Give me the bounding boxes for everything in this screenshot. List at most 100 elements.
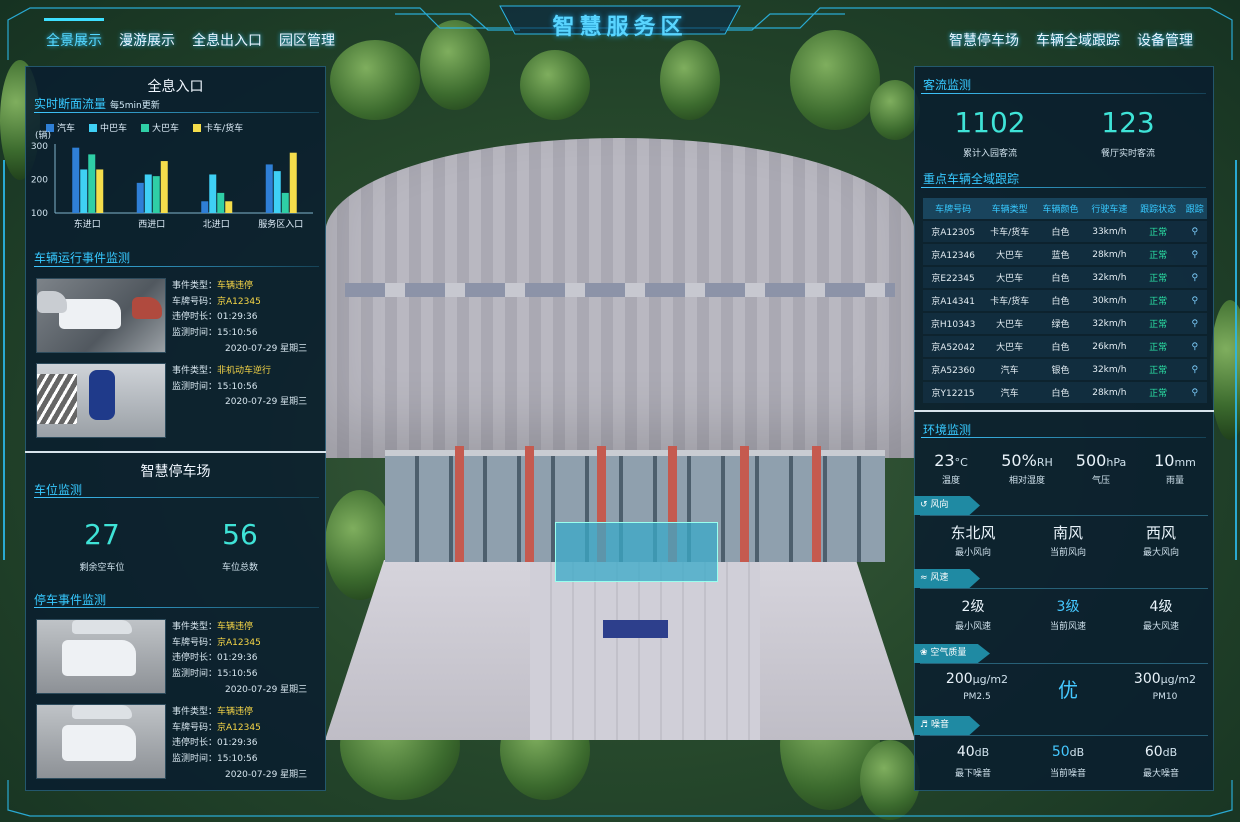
event-camera-image[interactable] (36, 363, 166, 438)
air-quality-tag: ❀ 空气质量 (914, 644, 990, 663)
location-pin-icon[interactable]: ⚲ (1182, 336, 1207, 357)
pm25-value: 200μg/m2 (945, 671, 1009, 687)
track-section-title: 重点车辆全域跟踪 (923, 172, 1020, 186)
cell-type: 汽车 (983, 359, 1037, 380)
nav-right: 智慧停车场 车辆全域跟踪 设备管理 (949, 30, 1193, 50)
tab-roaming[interactable]: 漫游展示 (119, 30, 175, 50)
cell-color: 白色 (1036, 267, 1085, 288)
parking-camera-image[interactable] (36, 704, 166, 779)
restaurant-visitors-value: 123 (1101, 106, 1155, 139)
tab-device-management[interactable]: 设备管理 (1137, 30, 1193, 50)
col-type: 车辆类型 (983, 198, 1037, 219)
pm25-label: PM2.5 (963, 692, 991, 702)
cell-type: 大巴车 (983, 336, 1037, 357)
bar-1-2 (152, 176, 160, 213)
tab-panorama[interactable]: 全景展示 (46, 30, 102, 50)
table-row[interactable]: 京A52042 大巴车 白色 26km/h 正常 ⚲ (923, 336, 1207, 357)
x-tick-label: 北进口 (203, 219, 230, 230)
noise-current-label: 当前噪音 (1049, 769, 1086, 779)
cell-plate: 京H10343 (923, 313, 984, 334)
bar-3-1 (273, 171, 281, 213)
table-row[interactable]: 京A52360 汽车 银色 32km/h 正常 ⚲ (923, 359, 1207, 380)
event-line: 监测时间：15:10:56 (172, 754, 258, 765)
cell-color: 白色 (1036, 382, 1085, 403)
table-row[interactable]: 京H10343 大巴车 绿色 32km/h 正常 ⚲ (923, 313, 1207, 334)
wind-dir-current-value: 南风 (1052, 524, 1083, 542)
table-row[interactable]: 京A14341 卡车/货车 白色 30km/h 正常 ⚲ (923, 290, 1207, 311)
total-spots-label: 车位总数 (221, 563, 258, 573)
location-pin-icon[interactable]: ⚲ (1182, 244, 1207, 265)
page-title: 智慧服务区 (552, 15, 688, 40)
total-spots-value: 56 (222, 518, 258, 551)
location-pin-icon[interactable]: ⚲ (1182, 290, 1207, 311)
cell-status: 正常 (1133, 359, 1183, 380)
location-pin-icon[interactable]: ⚲ (1182, 221, 1207, 242)
cell-color: 银色 (1036, 359, 1085, 380)
humidity-label: 相对湿度 (1008, 476, 1045, 486)
noise-max-value: 60dB (1144, 744, 1178, 760)
park-event-info-1: 事件类型：车辆违停 车牌号码：京A12345 违停时长：01:29:36 监测时… (172, 620, 322, 699)
noise-tag: ♬ 噪音 (914, 716, 980, 735)
cell-speed: 28km/h (1084, 244, 1134, 265)
cell-speed: 32km/h (1084, 359, 1134, 380)
cell-type: 大巴车 (983, 267, 1037, 288)
cell-speed: 32km/h (1084, 313, 1134, 334)
x-tick-label: 西进口 (138, 219, 165, 230)
humidity-value: 50%RH (1001, 451, 1053, 470)
bar-1-3 (160, 161, 168, 213)
wind-dir-min-label: 最小风向 (954, 548, 991, 558)
wind-speed-current-label: 当前风速 (1049, 622, 1086, 632)
event-line: 违停时长：01:29:36 (172, 738, 258, 749)
cell-status: 正常 (1133, 267, 1183, 288)
wind-dir-current-label: 当前风向 (1049, 548, 1086, 558)
tab-holographic-entrance[interactable]: 全息出入口 (192, 30, 262, 50)
wind-speed-max-label: 最大风速 (1142, 622, 1179, 632)
col-speed: 行驶车速 (1084, 198, 1134, 219)
bar-0-2 (88, 154, 96, 213)
event-section-title: 车辆运行事件监测 (34, 251, 131, 265)
cell-type: 大巴车 (983, 244, 1037, 265)
wind-speed-tag: ≈ 风速 (914, 569, 980, 588)
cell-speed: 30km/h (1084, 290, 1134, 311)
nav-left: 全景展示 漫游展示 全息出入口 园区管理 (46, 30, 335, 50)
wind-dir-max-label: 最大风向 (1142, 548, 1179, 558)
cell-type: 卡车/货车 (983, 221, 1037, 242)
event-camera-image[interactable] (36, 278, 166, 353)
event-line: 事件类型：车辆违停 (172, 707, 254, 717)
tab-park-management[interactable]: 园区管理 (279, 30, 335, 50)
bar-1-1 (144, 174, 152, 213)
legend-item: 大巴车 (141, 121, 179, 134)
cell-status: 正常 (1133, 336, 1183, 357)
wind-dir-min-value: 东北风 (950, 524, 996, 542)
cell-status: 正常 (1133, 244, 1183, 265)
cell-status: 正常 (1133, 221, 1183, 242)
cell-plate: 京A12305 (923, 221, 984, 242)
cell-color: 白色 (1036, 221, 1085, 242)
col-color: 车辆颜色 (1036, 198, 1085, 219)
parking-camera-image[interactable] (36, 619, 166, 694)
location-pin-icon[interactable]: ⚲ (1182, 313, 1207, 334)
location-pin-icon[interactable]: ⚲ (1182, 382, 1207, 403)
bar-0-3 (96, 169, 104, 213)
table-row[interactable]: 京E22345 大巴车 白色 32km/h 正常 ⚲ (923, 267, 1207, 288)
parking-panel-title: 智慧停车场 (140, 464, 211, 480)
cell-color: 绿色 (1036, 313, 1085, 334)
legend-item: 卡车/货车 (193, 121, 243, 134)
event-line: 监测时间：15:10:56 (172, 669, 258, 680)
air-quality-value: 优 (1058, 678, 1078, 702)
flow-note: 每5min更新 (110, 101, 160, 111)
event-line: 监测时间：15:10:56 (172, 328, 258, 339)
location-pin-icon[interactable]: ⚲ (1182, 267, 1207, 288)
vehicle-tracking-table: 车牌号码 车辆类型 车辆颜色 行驶车速 跟踪状态 跟踪 京A12305 卡车/货车… (923, 196, 1207, 405)
table-row[interactable]: 京A12305 卡车/货车 白色 33km/h 正常 ⚲ (923, 221, 1207, 242)
table-row[interactable]: 京A12346 大巴车 蓝色 28km/h 正常 ⚲ (923, 244, 1207, 265)
tab-smart-parking[interactable]: 智慧停车场 (949, 30, 1019, 50)
cell-status: 正常 (1133, 382, 1183, 403)
location-pin-icon[interactable]: ⚲ (1182, 359, 1207, 380)
bar-2-1 (209, 174, 217, 213)
event-date: 2020-07-29 星期三 (225, 397, 308, 408)
x-tick-label: 服务区入口 (258, 218, 303, 230)
tab-vehicle-tracking[interactable]: 车辆全域跟踪 (1036, 30, 1120, 50)
bar-0-0 (72, 147, 80, 213)
table-row[interactable]: 京Y12215 汽车 白色 28km/h 正常 ⚲ (923, 382, 1207, 403)
